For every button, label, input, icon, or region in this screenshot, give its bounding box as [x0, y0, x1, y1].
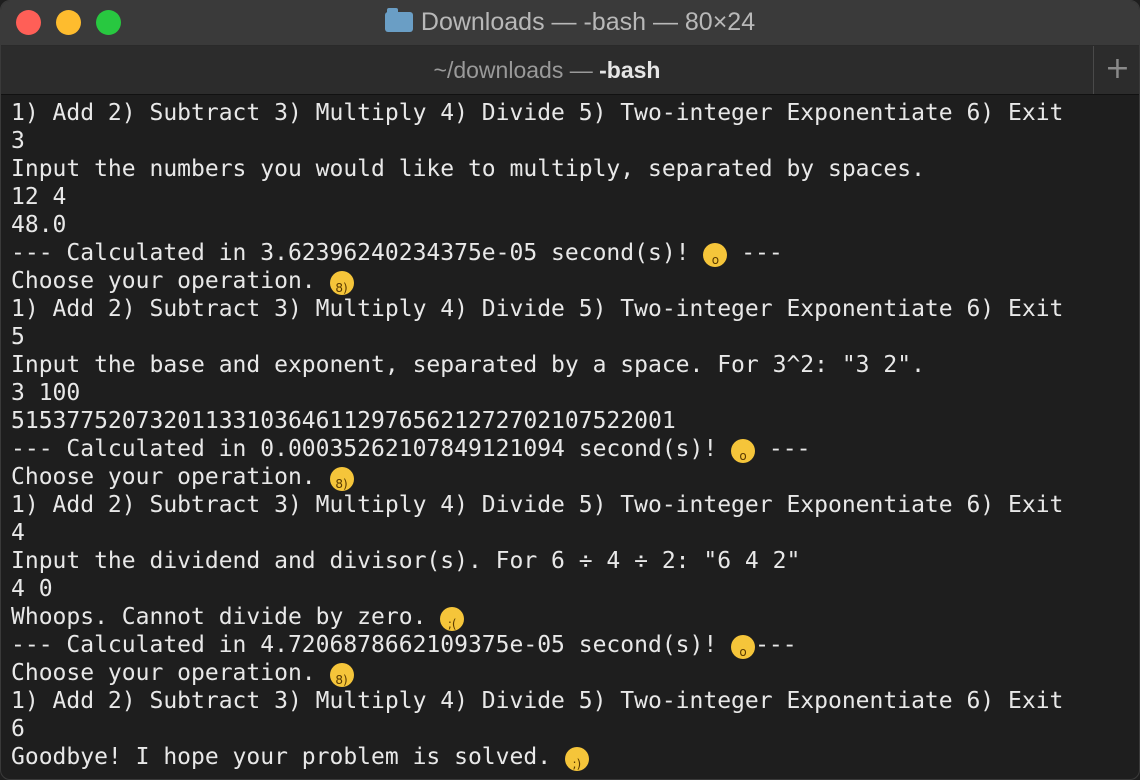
terminal-line: --- Calculated in 4.7206878662109375e-05… — [11, 631, 1129, 659]
terminal-line: Goodbye! I hope your problem is solved. … — [11, 743, 1129, 771]
terminal-output[interactable]: 1) Add 2) Subtract 3) Multiply 4) Divide… — [1, 95, 1139, 779]
astonished-face-icon: o — [703, 243, 728, 267]
terminal-line-text: 1) Add 2) Subtract 3) Multiply 4) Divide… — [11, 296, 1064, 322]
tab-bar: ~/downloads — -bash + — [1, 46, 1139, 95]
terminal-line-text: Input the numbers you would like to mult… — [11, 156, 925, 182]
terminal-line: 3 — [11, 127, 1129, 155]
terminal-line: 1) Add 2) Subtract 3) Multiply 4) Divide… — [11, 491, 1129, 519]
terminal-line-text: Input the base and exponent, separated b… — [11, 352, 925, 378]
terminal-line-text: 5153775207320113310364611297656212727021… — [11, 408, 676, 434]
terminal-line: 6 — [11, 715, 1129, 743]
terminal-line-suffix: --- — [755, 436, 811, 462]
nerd-face-icon: 8) — [329, 663, 354, 687]
terminal-line-text: 3 100 — [11, 380, 81, 406]
terminal-line: 12 4 — [11, 183, 1129, 211]
terminal-line-text: 5 — [11, 324, 25, 350]
terminal-line-text: 3 — [11, 128, 25, 154]
terminal-line: Input the base and exponent, separated b… — [11, 351, 1129, 379]
terminal-window: Downloads — -bash — 80×24 ~/downloads — … — [0, 0, 1140, 780]
window-title-text: Downloads — -bash — 80×24 — [420, 8, 756, 36]
terminal-line: 3 100 — [11, 379, 1129, 407]
terminal-line-text: Choose your operation. — [11, 660, 330, 686]
terminal-line: 1) Add 2) Subtract 3) Multiply 4) Divide… — [11, 295, 1129, 323]
terminal-line: Choose your operation. 8) — [11, 463, 1129, 491]
terminal-line-text: Choose your operation. — [11, 464, 330, 490]
terminal-line-text: Goodbye! I hope your problem is solved. — [11, 744, 565, 770]
terminal-line-suffix: --- — [755, 632, 797, 658]
terminal-line-text: 48.0 — [11, 212, 67, 238]
terminal-line: --- Calculated in 0.00035262107849121094… — [11, 435, 1129, 463]
new-tab-button[interactable]: + — [1094, 46, 1139, 94]
terminal-line: 5 — [11, 323, 1129, 351]
tab-process: -bash — [599, 57, 661, 83]
terminal-line-text: 12 4 — [11, 184, 67, 210]
tab-bash[interactable]: ~/downloads — -bash — [1, 46, 1093, 94]
astonished-face-icon: o — [731, 635, 756, 659]
terminal-line: Choose your operation. 8) — [11, 659, 1129, 687]
title-bar[interactable]: Downloads — -bash — 80×24 — [1, 1, 1139, 46]
terminal-line-text: --- Calculated in 4.7206878662109375e-05… — [11, 632, 732, 658]
terminal-line: 48.0 — [11, 211, 1129, 239]
terminal-line: Whoops. Cannot divide by zero. ;( — [11, 603, 1129, 631]
terminal-line-text: 6 — [11, 716, 25, 742]
terminal-line-text: 1) Add 2) Subtract 3) Multiply 4) Divide… — [11, 688, 1064, 714]
terminal-line: Input the dividend and divisor(s). For 6… — [11, 547, 1129, 575]
terminal-line: 1) Add 2) Subtract 3) Multiply 4) Divide… — [11, 687, 1129, 715]
smirking-face-icon: ;) — [564, 747, 589, 771]
terminal-line: 5153775207320113310364611297656212727021… — [11, 407, 1129, 435]
terminal-line: 4 — [11, 519, 1129, 547]
terminal-line-text: 4 0 — [11, 576, 53, 602]
tab-path: ~/downloads — — [433, 57, 600, 83]
terminal-line-text: 1) Add 2) Subtract 3) Multiply 4) Divide… — [11, 492, 1064, 518]
loudly-crying-face-icon: ;( — [440, 607, 465, 631]
folder-icon — [384, 8, 413, 32]
terminal-line: Input the numbers you would like to mult… — [11, 155, 1129, 183]
terminal-line-text: Input the dividend and divisor(s). For 6… — [11, 548, 801, 574]
terminal-line-text: Whoops. Cannot divide by zero. — [11, 604, 441, 630]
terminal-line-suffix: --- — [727, 240, 783, 266]
terminal-line: --- Calculated in 3.62396240234375e-05 s… — [11, 239, 1129, 267]
terminal-line: 4 0 — [11, 575, 1129, 603]
terminal-line-text: 4 — [11, 520, 25, 546]
nerd-face-icon: 8) — [329, 271, 354, 295]
terminal-line-text: Choose your operation. — [11, 268, 330, 294]
terminal-line-text: --- Calculated in 3.62396240234375e-05 s… — [11, 240, 704, 266]
terminal-line-text: 1) Add 2) Subtract 3) Multiply 4) Divide… — [11, 100, 1064, 126]
terminal-line: 1) Add 2) Subtract 3) Multiply 4) Divide… — [11, 99, 1129, 127]
nerd-face-icon: 8) — [329, 467, 354, 491]
terminal-line-text: --- Calculated in 0.00035262107849121094… — [11, 436, 732, 462]
window-title: Downloads — -bash — 80×24 — [1, 7, 1139, 37]
astonished-face-icon: o — [731, 439, 756, 463]
terminal-line: Choose your operation. 8) — [11, 267, 1129, 295]
